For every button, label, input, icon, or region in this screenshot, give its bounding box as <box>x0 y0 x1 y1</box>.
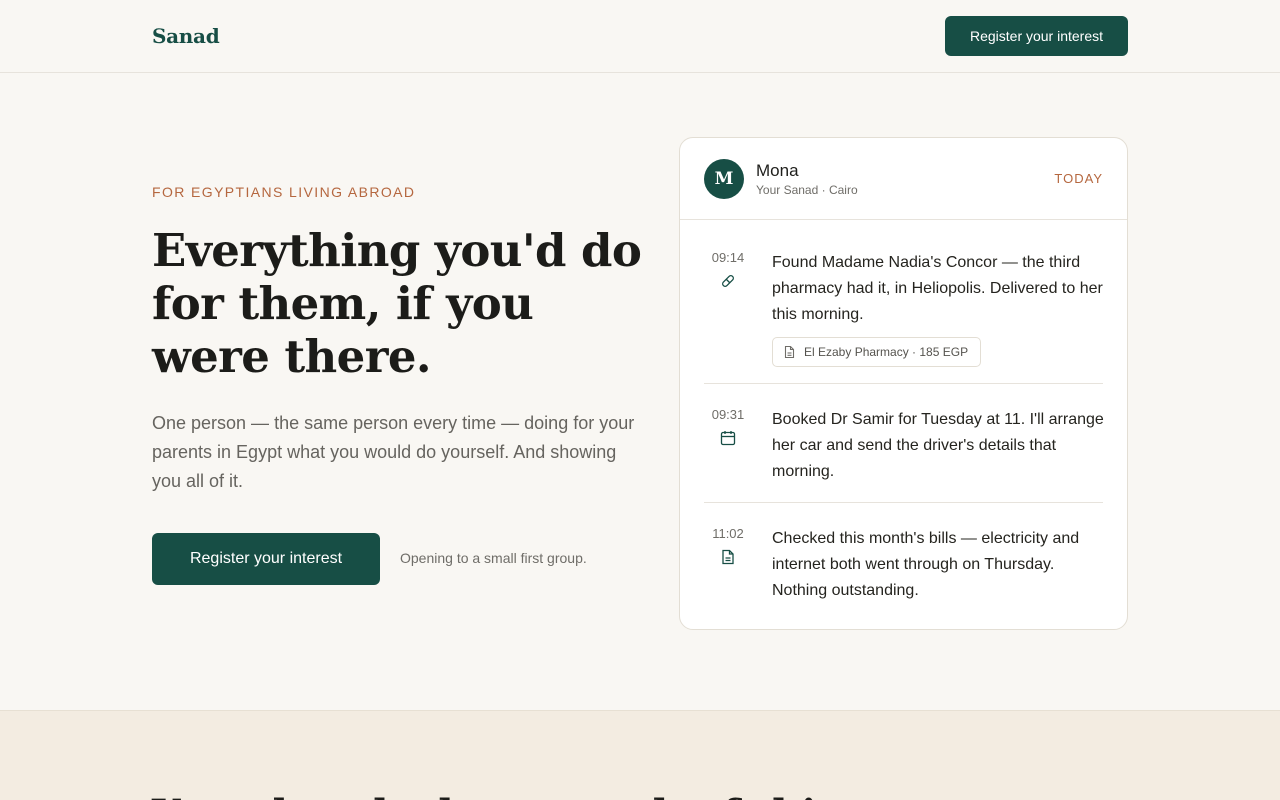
pill-icon <box>719 272 737 290</box>
hero-headline: Everything you'd do for them, if you wer… <box>152 224 642 383</box>
entry-time: 11:02 <box>712 526 744 541</box>
activity-card: M Mona Your Sanad · Cairo TODAY 09:14 Fo… <box>679 137 1128 630</box>
document-icon <box>719 548 737 566</box>
agent-subtitle: Your Sanad · Cairo <box>756 183 858 197</box>
entry-divider <box>704 383 1103 384</box>
top-nav: Sanad Register your interest <box>0 0 1280 73</box>
next-section: You already do so much of this <box>0 710 1280 800</box>
entry-text: Booked Dr Samir for Tuesday at 11. I'll … <box>772 411 1104 480</box>
entry-text: Found Madame Nadia's Concor — the third … <box>772 254 1103 323</box>
register-interest-hero-button[interactable]: Register your interest <box>152 533 380 585</box>
agent-name: Mona <box>756 161 799 180</box>
entry-time: 09:31 <box>711 407 745 422</box>
receipt-label: El Ezaby Pharmacy · 185 EGP <box>804 345 969 359</box>
card-header: M Mona Your Sanad · Cairo TODAY <box>680 138 1127 220</box>
entry-time: 09:14 <box>711 250 745 265</box>
section-title: You already do so much of this <box>152 791 839 800</box>
hero-eyebrow: FOR EGYPTIANS LIVING ABROAD <box>152 184 416 200</box>
document-icon <box>783 345 796 359</box>
logo[interactable]: Sanad <box>152 24 220 48</box>
avatar: M <box>704 159 744 199</box>
day-label: TODAY <box>1054 171 1103 186</box>
hero-note: Opening to a small first group. <box>400 550 587 566</box>
register-interest-nav-button[interactable]: Register your interest <box>945 16 1128 56</box>
entry-divider <box>704 502 1103 503</box>
receipt-chip[interactable]: El Ezaby Pharmacy · 185 EGP <box>772 337 982 367</box>
entry-text: Checked this month's bills — electricity… <box>772 530 1080 599</box>
hero-description: One person — the same person every time … <box>152 413 635 491</box>
calendar-icon <box>719 429 737 447</box>
